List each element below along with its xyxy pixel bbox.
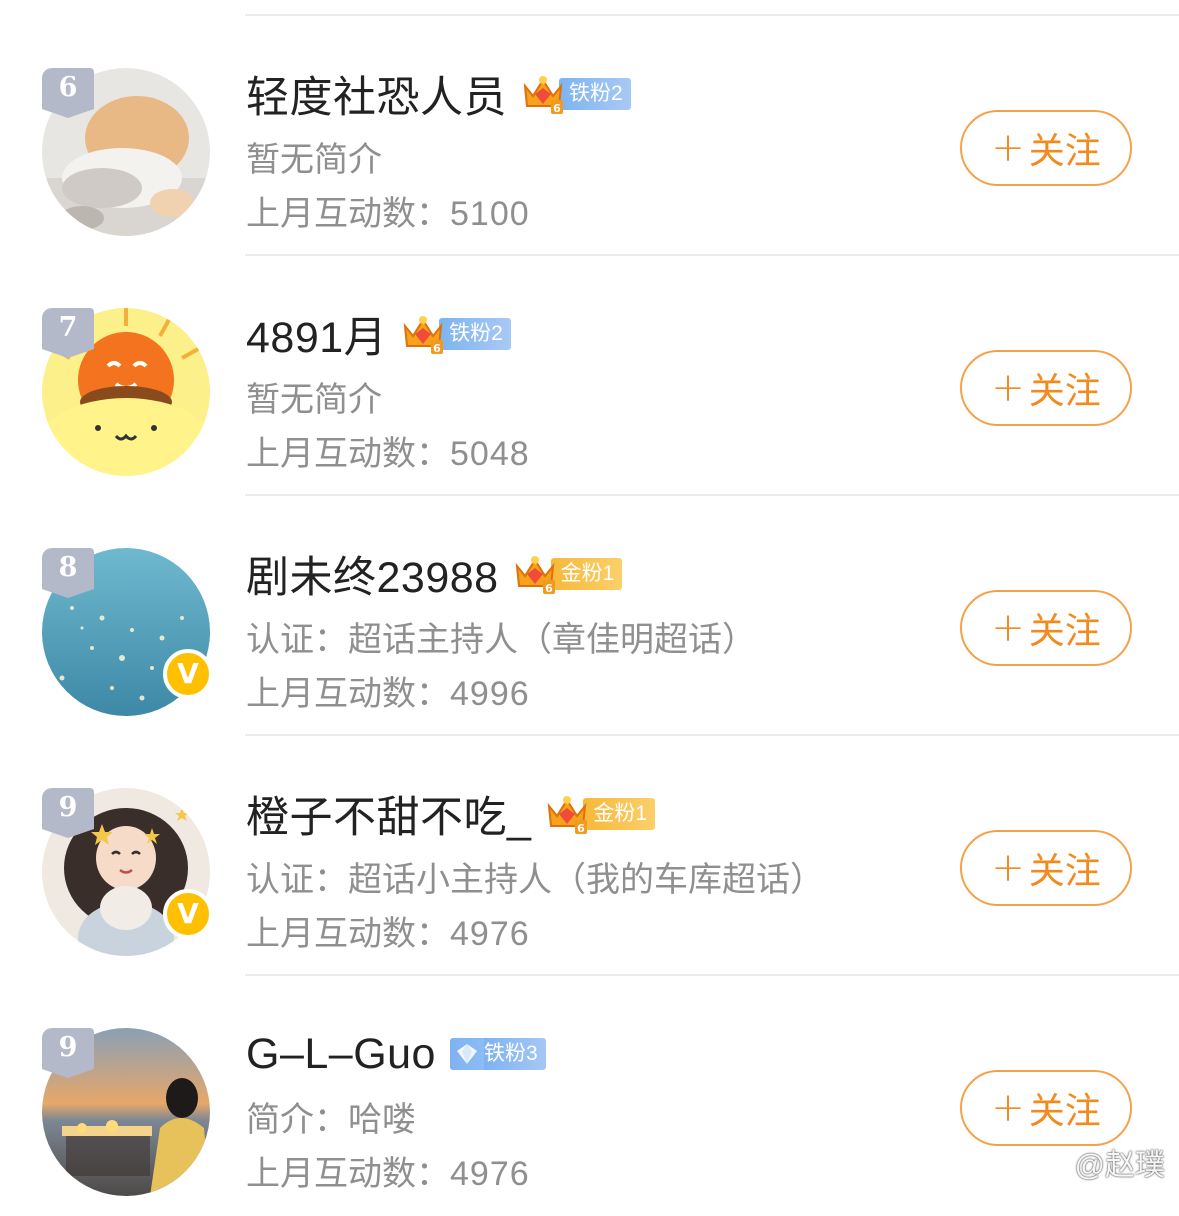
interaction-count: 上月互动数：4976 <box>246 1146 530 1195</box>
interaction-label: 上月互动数： <box>246 675 450 713</box>
avatar-container[interactable]: 8 V <box>42 548 213 716</box>
crown-icon: 6 <box>403 316 444 355</box>
name-line: 橙子不甜不吃_ 6 金粉1 <box>246 783 656 845</box>
svg-text:6: 6 <box>545 582 553 595</box>
fan-level-badge: 6 铁粉2 <box>401 316 511 355</box>
fan-level-label: 金粉1 <box>583 798 656 830</box>
rank-badge: 8 <box>42 548 94 598</box>
plus-icon: + <box>991 1085 1025 1131</box>
fan-level-label: 铁粉2 <box>439 318 511 350</box>
avatar-container[interactable]: 9 V <box>42 788 213 956</box>
user-name[interactable]: 橙子不甜不吃_ <box>246 783 531 845</box>
user-name[interactable]: 轻度社恐人员 <box>246 63 507 125</box>
follow-label: 关注 <box>1028 850 1101 891</box>
user-name[interactable]: 剧未终23988 <box>246 543 499 605</box>
user-name[interactable]: G–L–Guo <box>246 1030 436 1079</box>
name-line: 轻度社恐人员 6 铁粉2 <box>246 64 631 124</box>
follow-button[interactable]: + 关注 <box>960 350 1132 426</box>
verified-icon: V <box>163 649 213 699</box>
verified-icon: V <box>163 889 213 939</box>
fan-level-badge: 6 铁粉2 <box>521 76 631 115</box>
list-item[interactable]: 6 轻度社恐人员 6 铁粉2 暂无简介 上月互动数：5100 + 关注 <box>0 16 1179 256</box>
user-bio: 暂无简介 <box>246 381 382 419</box>
name-line: 剧未终23988 6 金粉1 <box>246 543 623 605</box>
crown-icon: 6 <box>548 796 588 835</box>
avatar-container[interactable]: 9 <box>42 1028 210 1196</box>
interaction-value: 5100 <box>450 195 530 233</box>
fan-level-badge: 铁粉3 <box>449 1037 546 1071</box>
diamond-icon <box>449 1038 484 1070</box>
interaction-label: 上月互动数： <box>246 195 450 233</box>
interaction-value: 5048 <box>450 435 530 473</box>
weibo-watermark: @赵璞 <box>1031 1140 1165 1184</box>
weibo-icon <box>1031 1150 1068 1178</box>
user-name[interactable]: 4891月 <box>246 303 387 365</box>
list-item[interactable]: 7 4891月 6 铁粉2 暂无简介 上月互动数：5048 + 关注 <box>0 256 1179 496</box>
user-bio: 认证：超话主持人（章佳明超话） <box>246 621 756 659</box>
name-line: G–L–Guo 铁粉3 <box>246 1024 546 1084</box>
plus-icon: + <box>991 125 1025 171</box>
fan-level-label: 铁粉2 <box>559 78 631 110</box>
fan-level-badge: 6 金粉1 <box>545 796 656 835</box>
follow-label: 关注 <box>1028 370 1101 411</box>
rank-badge: 9 <box>42 788 94 838</box>
interaction-count: 上月互动数：5100 <box>246 186 530 235</box>
fan-level-badge: 6 金粉1 <box>513 556 623 595</box>
follow-button[interactable]: + 关注 <box>960 590 1132 666</box>
follow-button[interactable]: + 关注 <box>960 110 1132 186</box>
interaction-count: 上月互动数：4996 <box>246 666 530 715</box>
follow-button[interactable]: + 关注 <box>960 830 1132 906</box>
user-bio: 认证：超话小主持人（我的车库超话） <box>246 861 824 899</box>
interaction-label: 上月互动数： <box>246 915 450 953</box>
watermark-text: @赵璞 <box>1074 1149 1165 1182</box>
avatar-container[interactable]: 7 <box>42 308 210 476</box>
user-bio: 简介：哈喽 <box>246 1101 416 1139</box>
follow-label: 关注 <box>1028 610 1101 651</box>
plus-icon: + <box>991 845 1025 891</box>
interaction-count: 上月互动数：4976 <box>246 906 530 955</box>
list-item[interactable]: 9 G–L–Guo 铁粉3 简介：哈喽 上月互动数：4976 + 关注 <box>0 976 1179 1216</box>
list-item[interactable]: 9 V 橙子不甜不吃_ 6 金粉1 认证：超话小主持人（我的车库超话） 上月互动… <box>0 736 1179 976</box>
follow-label: 关注 <box>1028 130 1101 171</box>
crown-icon: 6 <box>515 556 555 595</box>
interaction-value: 4996 <box>450 675 530 713</box>
avatar-container[interactable]: 6 <box>42 68 210 236</box>
interaction-label: 上月互动数： <box>246 1155 450 1193</box>
rank-badge: 9 <box>42 1028 94 1078</box>
svg-text:6: 6 <box>433 342 441 355</box>
svg-text:6: 6 <box>578 822 586 835</box>
crown-icon: 6 <box>523 76 563 115</box>
follow-button[interactable]: + 关注 <box>960 1070 1132 1146</box>
interaction-value: 4976 <box>450 1155 530 1193</box>
plus-icon: + <box>991 365 1025 411</box>
fan-level-label: 铁粉3 <box>483 1038 546 1070</box>
rank-badge: 7 <box>42 308 94 358</box>
svg-text:6: 6 <box>553 102 561 115</box>
interaction-value: 4976 <box>450 915 530 953</box>
list-item[interactable]: 8 V 剧未终23988 6 金粉1 认证：超话主持人（章佳明超话） 上月互动数… <box>0 496 1179 736</box>
name-line: 4891月 6 铁粉2 <box>246 304 511 364</box>
interaction-label: 上月互动数： <box>246 435 450 473</box>
rank-badge: 6 <box>42 68 94 118</box>
interaction-count: 上月互动数：5048 <box>246 426 530 475</box>
follow-label: 关注 <box>1028 1090 1101 1131</box>
user-bio: 暂无简介 <box>246 141 382 179</box>
fan-level-label: 金粉1 <box>550 558 623 590</box>
plus-icon: + <box>991 605 1025 651</box>
